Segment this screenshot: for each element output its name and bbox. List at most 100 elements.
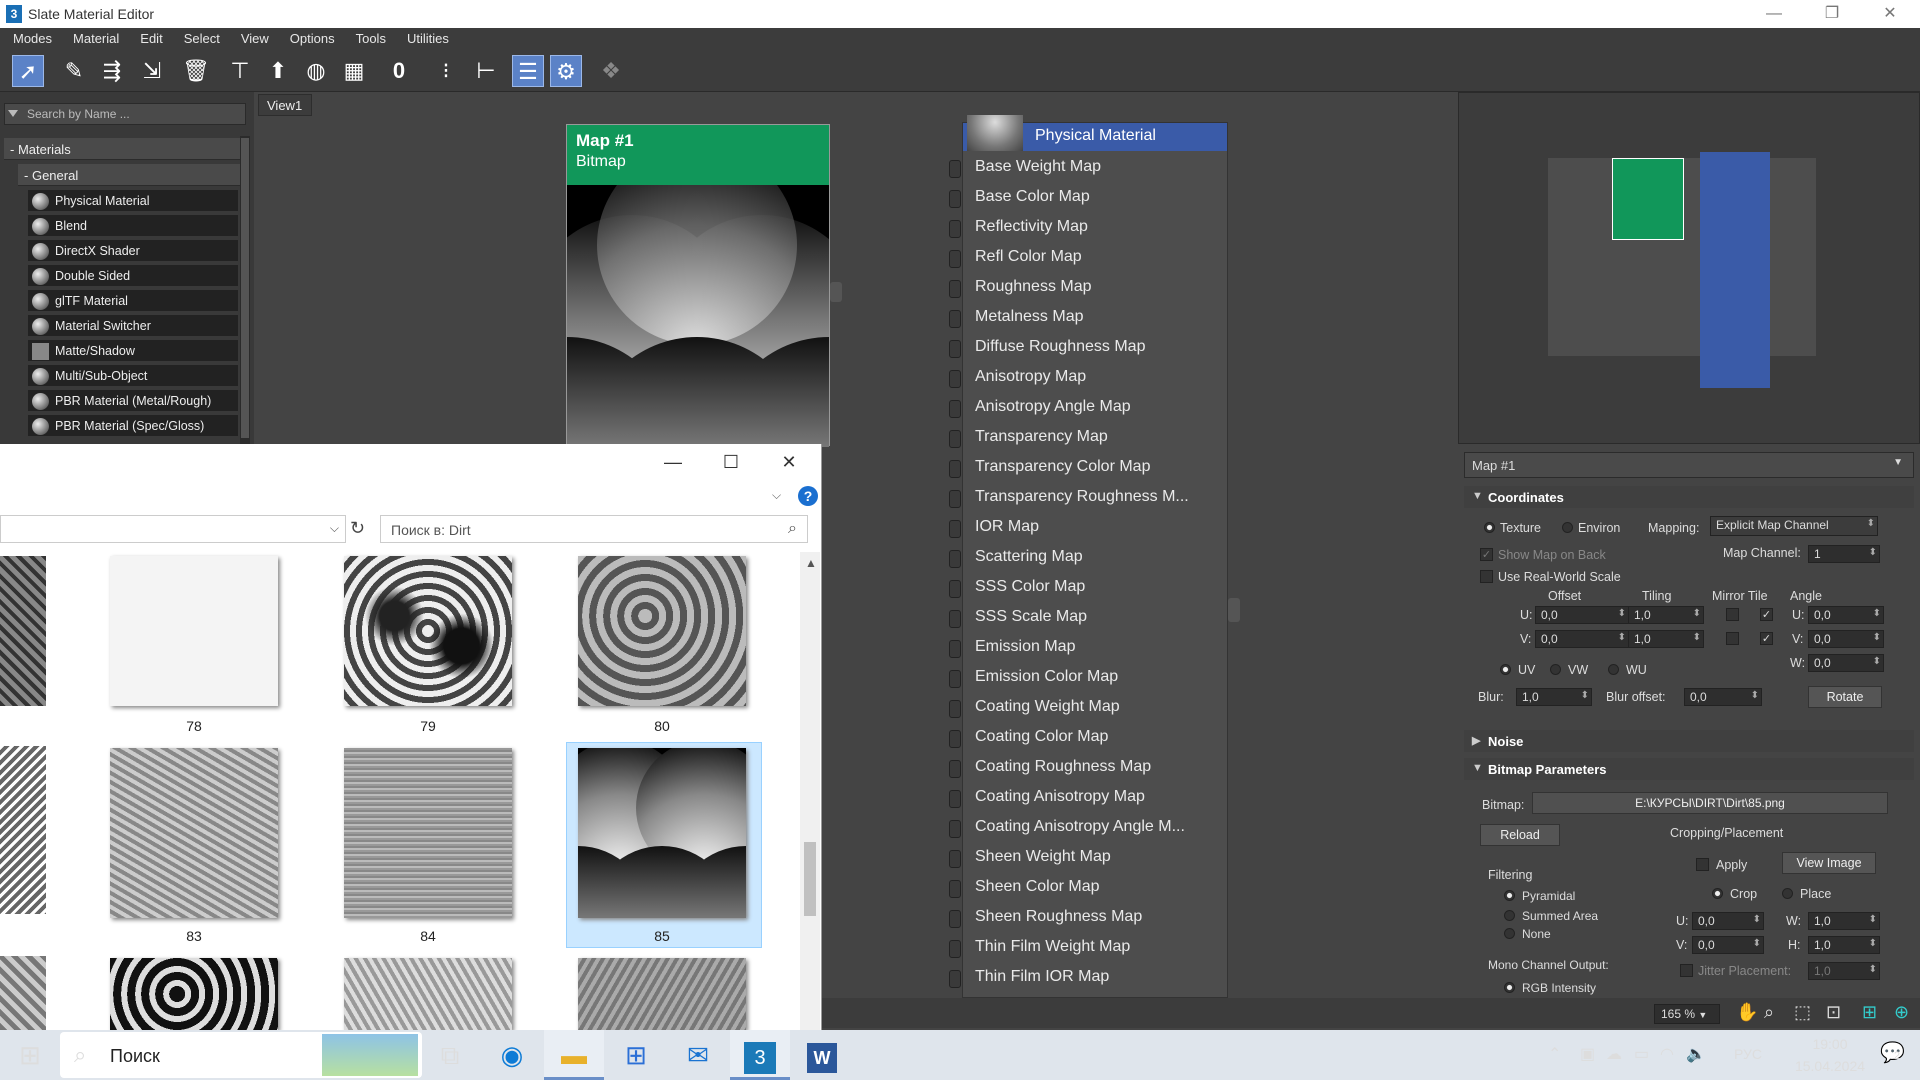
word-icon[interactable]: W — [792, 1030, 852, 1080]
slot-input-port[interactable] — [949, 730, 961, 748]
thumbnail-89[interactable] — [344, 958, 512, 1030]
browser-item-double-sided[interactable]: Double Sided — [28, 265, 238, 288]
volume-icon[interactable]: 🔈 — [1686, 1044, 1706, 1064]
slot-item[interactable]: SSS Color Map — [949, 571, 1227, 601]
slot-input-port[interactable] — [949, 940, 961, 958]
slot-item[interactable]: Coating Roughness Map — [949, 751, 1227, 781]
bitmap-output-port[interactable] — [830, 282, 842, 302]
browser-search-input[interactable]: Search by Name ... — [4, 103, 246, 125]
menu-view[interactable]: View — [228, 28, 277, 46]
view-image-button[interactable]: View Image — [1782, 852, 1876, 874]
delete-icon[interactable]: 🗑 — [180, 55, 212, 87]
thumbnail-88[interactable] — [110, 958, 278, 1030]
checkbox-show-map-on-back[interactable]: ✓ — [1480, 548, 1493, 561]
scrollbar-thumb[interactable] — [241, 138, 249, 438]
w-angle-spinner[interactable]: 0,0 — [1808, 654, 1884, 672]
thumbnail-partial-87[interactable] — [0, 956, 46, 1030]
slot-input-port[interactable] — [949, 790, 961, 808]
layout-horizontal-icon[interactable]: ⊢ — [470, 55, 502, 87]
crop-w-spinner[interactable]: 1,0 — [1808, 912, 1880, 930]
slot-item[interactable]: Thin Film Weight Map — [949, 931, 1227, 961]
slot-input-port[interactable] — [949, 580, 961, 598]
file-explorer-icon[interactable]: ▬ — [544, 1030, 604, 1080]
browser-scrollbar[interactable] — [240, 136, 250, 444]
move-children-icon[interactable]: ⊤ — [224, 55, 256, 87]
material-map-browser-icon[interactable]: ❖ — [595, 55, 627, 87]
browser-item-multisub[interactable]: Multi/Sub-Object — [28, 365, 238, 388]
clock-date[interactable]: 15.04.2024 — [1790, 1058, 1870, 1074]
slot-input-port[interactable] — [949, 520, 961, 538]
pan-to-selected-icon[interactable]: ⊕ — [1894, 1002, 1909, 1023]
show-shaded-icon[interactable]: ◍ — [300, 55, 332, 87]
parameter-editor-icon[interactable]: ☰ — [512, 55, 544, 87]
radio-wu[interactable] — [1608, 664, 1619, 675]
refresh-icon[interactable]: ↻ — [350, 518, 365, 539]
slot-input-port[interactable] — [949, 250, 961, 268]
zoom-dropdown[interactable]: 165 % ▼ — [1654, 1004, 1720, 1024]
help-icon[interactable]: ? — [798, 486, 818, 506]
physical-material-node[interactable]: Physical Material Base Weight Map Base Co… — [949, 115, 1228, 998]
slot-input-port[interactable] — [949, 190, 961, 208]
slot-item[interactable]: Anisotropy Map — [949, 361, 1227, 391]
radio-place[interactable] — [1782, 888, 1793, 899]
tab-view1[interactable]: View1 — [258, 94, 312, 116]
slot-item[interactable]: SSS Scale Map — [949, 601, 1227, 631]
slot-input-port[interactable] — [949, 640, 961, 658]
u-angle-spinner[interactable]: 0,0 — [1808, 606, 1884, 624]
slot-item[interactable]: Coating Weight Map — [949, 691, 1227, 721]
u-tiling-spinner[interactable]: 1,0 — [1628, 606, 1704, 624]
menu-select[interactable]: Select — [171, 28, 228, 46]
slot-item[interactable]: Diffuse Roughness Map — [949, 331, 1227, 361]
start-windows-icon[interactable]: ⊞ — [0, 1030, 60, 1080]
thumbnail-83[interactable] — [110, 748, 278, 918]
browser-item-blend[interactable]: Blend — [28, 215, 238, 238]
bitmap-node[interactable]: Map #1 Bitmap — [566, 124, 830, 447]
pan-hand-icon[interactable]: ✋ — [1736, 1002, 1758, 1023]
select-tool-icon[interactable]: ➚ — [12, 55, 44, 87]
background-checker-icon[interactable]: ▦ — [338, 55, 370, 87]
select-by-material-icon[interactable]: ⚙ — [550, 55, 582, 87]
tray-device-icon[interactable]: ▣ — [1580, 1044, 1595, 1064]
browser-item-pbr-metal[interactable]: PBR Material (Metal/Rough) — [28, 390, 238, 413]
rollout-coordinates[interactable]: ▼ Coordinates — [1464, 486, 1914, 508]
zoom-magnifier-icon[interactable]: ⌕ — [1764, 1002, 1774, 1023]
onedrive-icon[interactable]: ☁ — [1606, 1044, 1622, 1064]
restore-button[interactable]: ❐ — [1803, 0, 1861, 28]
slot-input-port[interactable] — [949, 910, 961, 928]
slot-item[interactable]: Coating Color Map — [949, 721, 1227, 751]
slot-input-port[interactable] — [949, 160, 961, 178]
dialog-maximize-button[interactable]: ☐ — [702, 444, 760, 480]
browser-item-pbr-spec[interactable]: PBR Material (Spec/Gloss) — [28, 415, 238, 438]
radio-none[interactable] — [1504, 928, 1515, 939]
u-offset-spinner[interactable]: 0,0 — [1535, 606, 1629, 624]
thumbnail-partial-82[interactable] — [0, 746, 46, 914]
bitmap-node-header[interactable]: Map #1 Bitmap — [567, 125, 829, 185]
layout-vertical-icon[interactable]: ⁝ — [430, 55, 462, 87]
checkbox-real-world-scale[interactable] — [1480, 570, 1493, 583]
slot-item[interactable]: Transparency Map — [949, 421, 1227, 451]
checkbox-u-mirror[interactable] — [1726, 608, 1739, 621]
radio-uv[interactable] — [1500, 664, 1511, 675]
slot-item[interactable]: Refl Color Map — [949, 241, 1227, 271]
language-indicator[interactable]: РУС — [1734, 1046, 1762, 1062]
file-scrollbar-thumb[interactable] — [804, 842, 816, 916]
slot-input-port[interactable] — [949, 490, 961, 508]
mapping-dropdown[interactable]: Explicit Map Channel — [1710, 516, 1878, 536]
mail-icon[interactable]: ✉ — [668, 1030, 728, 1080]
slot-item[interactable]: Sheen Weight Map — [949, 841, 1227, 871]
clock-time[interactable]: 19:00 — [1790, 1036, 1870, 1052]
thumbnail-partial-77[interactable] — [0, 556, 46, 706]
slot-input-port[interactable] — [949, 430, 961, 448]
checkbox-v-tile[interactable]: ✓ — [1760, 632, 1773, 645]
rollout-noise[interactable]: ▶ Noise — [1464, 730, 1914, 752]
slot-item[interactable]: Transparency Color Map — [949, 451, 1227, 481]
thumbnail-79[interactable] — [344, 556, 512, 706]
assign-to-selection-icon[interactable]: ⇲ — [136, 55, 168, 87]
map-selector-dropdown[interactable]: Map #1 ▼ — [1464, 452, 1914, 478]
menu-modes[interactable]: Modes — [0, 28, 60, 46]
slot-item[interactable]: Base Color Map — [949, 181, 1227, 211]
file-search-input[interactable]: Поиск в: Dirt ⌕ — [380, 515, 808, 543]
wifi-icon[interactable]: ◠ — [1660, 1044, 1674, 1064]
slot-item[interactable]: Coating Anisotropy Angle M... — [949, 811, 1227, 841]
group-general[interactable]: - General — [18, 164, 240, 186]
